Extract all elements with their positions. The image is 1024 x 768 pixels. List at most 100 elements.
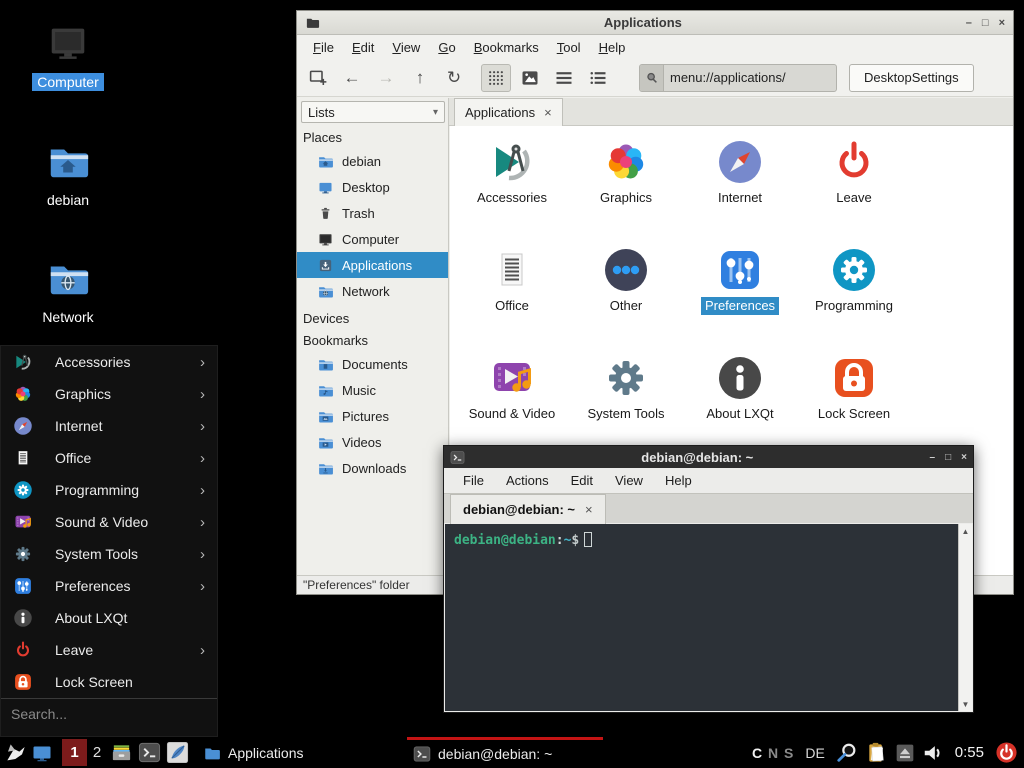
quicklaunch-terminal-button[interactable] [135,737,163,768]
tab-close-icon[interactable]: × [585,502,593,517]
fm-titlebar[interactable]: Applications – □ × [297,11,1013,35]
desktop-settings-button[interactable]: DesktopSettings [849,64,974,92]
desktop-icon-network[interactable]: Network [20,255,116,327]
category-other[interactable]: Other [569,238,683,346]
graphics-icon [13,384,33,404]
category-programming[interactable]: Programming [797,238,911,346]
desktop-icon-debian[interactable]: debian [20,138,116,210]
sidebar-item-pictures[interactable]: Pictures [301,403,444,429]
sidebar-item-computer[interactable]: Computer [301,226,444,252]
menu-item-internet[interactable]: Internet › [1,410,217,442]
quicklaunch-featherpad-button[interactable] [163,737,191,768]
address-filter-chip[interactable] [640,65,664,91]
menu-item-office[interactable]: Office › [1,442,217,474]
keyboard-indicator[interactable]: C N S [752,745,794,761]
maximize-button[interactable]: □ [982,17,989,29]
sidebar-header-bookmarks: Bookmarks [303,333,444,348]
menu-item-accessories[interactable]: Accessories › [1,346,217,378]
removable-media-icon[interactable] [895,743,915,763]
category-leave[interactable]: Leave [797,130,911,238]
category-accessories[interactable]: Accessories [455,130,569,238]
sidebar-item-applications[interactable]: Applications [297,252,448,278]
fm-menu-bookmarks[interactable]: Bookmarks [466,38,547,57]
fm-menu-file[interactable]: File [305,38,342,57]
terminal-menu-edit[interactable]: Edit [562,471,602,490]
sidebar-item-videos[interactable]: Videos [301,429,444,455]
menu-item-about-lxqt[interactable]: About LXQt [1,602,217,634]
fm-tab-applications[interactable]: Applications × [454,98,563,126]
thumbnail-view-button[interactable] [515,64,545,92]
maximize-button[interactable]: □ [945,452,951,463]
minimize-button[interactable]: – [966,17,972,29]
terminal-menu-actions[interactable]: Actions [497,471,558,490]
sidebar-item-trash[interactable]: Trash [301,200,444,226]
new-tab-button[interactable] [303,64,333,92]
terminal-screen[interactable]: debian@debian:~$ ▲ ▼ [445,524,972,711]
back-button[interactable]: ← [337,64,367,92]
icon-view-button[interactable] [481,64,511,92]
close-button[interactable]: × [961,452,967,463]
tab-close-icon[interactable]: × [544,105,552,120]
scroll-up-icon[interactable]: ▲ [959,524,972,538]
forward-button[interactable]: → [371,64,401,92]
sidebar-item-music[interactable]: Music [301,377,444,403]
task-button-terminal[interactable]: debian@debian: ~ [407,737,603,768]
fm-menu-edit[interactable]: Edit [344,38,382,57]
terminal-scrollbar[interactable]: ▲ ▼ [958,524,972,711]
magnifier-tray-icon[interactable] [836,742,858,764]
sidebar-item-network[interactable]: Network [301,278,444,304]
workspace-2-button[interactable]: 2 [87,744,107,761]
main-menu-button[interactable] [0,737,28,768]
power-button-icon[interactable] [995,741,1018,764]
detailed-list-view-button[interactable] [549,64,579,92]
terminal-menu-view[interactable]: View [606,471,652,490]
refresh-button[interactable]: ↻ [439,64,469,92]
desktop-icon-computer[interactable]: Computer [20,20,116,92]
task-button-applications[interactable]: Applications [197,737,310,768]
menu-item-graphics[interactable]: Graphics › [1,378,217,410]
sidebar-mode-select[interactable]: Lists ▾ [301,101,445,123]
terminal-titlebar[interactable]: debian@debian: ~ – □ × [444,446,973,468]
fm-menu-view[interactable]: View [384,38,428,57]
sidebar-item-desktop[interactable]: Desktop [301,174,444,200]
category-office[interactable]: Office [455,238,569,346]
fm-menu-help[interactable]: Help [591,38,634,57]
sidebar-item-debian[interactable]: debian [301,148,444,174]
minimize-button[interactable]: – [930,452,936,463]
sidebar-item-documents[interactable]: Documents [301,351,444,377]
clipboard-tray-icon[interactable] [865,741,888,764]
category-graphics[interactable]: Graphics [569,130,683,238]
menu-item-leave[interactable]: Leave › [1,634,217,666]
address-url[interactable]: menu://applications/ [664,70,786,85]
volume-icon[interactable] [922,742,944,764]
category-system-tools[interactable]: System Tools [569,346,683,454]
category-sound-video[interactable]: Sound & Video [455,346,569,454]
up-button[interactable]: ↑ [405,64,435,92]
close-button[interactable]: × [999,17,1005,29]
fm-menu-tool[interactable]: Tool [549,38,589,57]
category-preferences[interactable]: Preferences [683,238,797,346]
show-desktop-button[interactable] [28,737,56,768]
menu-item-preferences[interactable]: Preferences › [1,570,217,602]
menu-item-system-tools[interactable]: System Tools › [1,538,217,570]
category-internet[interactable]: Internet [683,130,797,238]
menu-item-sound-video[interactable]: Sound & Video › [1,506,217,538]
terminal-menu-help[interactable]: Help [656,471,701,490]
category-about-lxqt[interactable]: About LXQt [683,346,797,454]
sidebar-item-downloads[interactable]: Downloads [301,455,444,481]
compact-view-button[interactable] [583,64,613,92]
search-input[interactable] [11,706,201,722]
terminal-tab[interactable]: debian@debian: ~ × [450,494,606,524]
category-lock-screen[interactable]: Lock Screen [797,346,911,454]
clock[interactable]: 0:55 [955,744,984,761]
system-tools-icon [13,544,33,564]
fm-menu-go[interactable]: Go [430,38,463,57]
menu-item-lock-screen[interactable]: Lock Screen [1,666,217,698]
keyboard-layout[interactable]: DE [805,745,824,761]
terminal-menu-file[interactable]: File [454,471,493,490]
quicklaunch-archive-button[interactable] [107,737,135,768]
menu-item-programming[interactable]: Programming › [1,474,217,506]
address-bar[interactable]: menu://applications/ [639,64,837,92]
workspace-1-button[interactable]: 1 [62,739,87,766]
scroll-down-icon[interactable]: ▼ [959,697,972,711]
